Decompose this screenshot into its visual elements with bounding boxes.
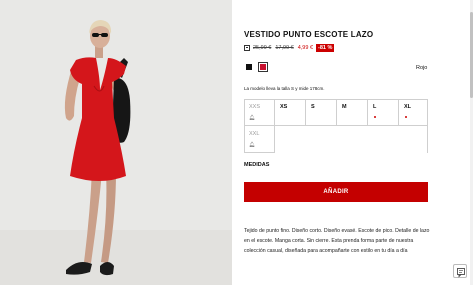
scrollbar-thumb[interactable]: [470, 12, 473, 98]
color-swatch-red[interactable]: [258, 62, 268, 72]
old-price-1: 25,99 €: [253, 45, 272, 51]
model-photo: [0, 0, 232, 285]
size-option-xxs[interactable]: XXS 🔔︎: [244, 99, 275, 126]
price-history-icon[interactable]: [244, 45, 250, 51]
size-label: XS: [280, 104, 288, 110]
price-row: 25,99 € 17,99 € 4,99 € -81 %: [244, 43, 335, 53]
size-option-s[interactable]: S: [306, 99, 337, 126]
size-option-xs[interactable]: XS: [275, 99, 306, 126]
size-label: S: [311, 104, 315, 110]
bell-icon[interactable]: 🔔︎: [249, 142, 255, 148]
size-option-m[interactable]: M: [337, 99, 368, 126]
low-stock-indicator: [374, 116, 376, 118]
measures-link[interactable]: MEDIDAS: [244, 162, 269, 168]
product-description: Tejido de punto fino. Diseño corto. Dise…: [244, 228, 430, 254]
model-size-note: La modelo lleva la talla S y mide 178cm.: [244, 86, 325, 91]
product-title: VESTIDO PUNTO ESCOTE LAZO: [244, 30, 374, 39]
old-price-2: 17,99 €: [275, 45, 294, 51]
bell-icon[interactable]: 🔔︎: [249, 115, 255, 121]
chat-icon[interactable]: [453, 264, 467, 278]
size-label: XXL: [249, 131, 260, 137]
size-option-xxl[interactable]: XXL 🔔︎: [244, 126, 275, 153]
size-label: M: [342, 104, 347, 110]
selected-color-name: Rojo: [416, 65, 428, 71]
size-label: L: [373, 104, 377, 110]
current-price: 4,99 €: [297, 45, 314, 51]
product-photo[interactable]: [0, 0, 232, 285]
color-swatch-black[interactable]: [246, 64, 252, 70]
discount-badge: -81 %: [316, 44, 335, 52]
size-selector: XXS 🔔︎ XS S M L XL XXL 🔔︎: [244, 99, 428, 153]
low-stock-indicator: [405, 116, 407, 118]
size-label: XL: [404, 104, 412, 110]
add-to-cart-button[interactable]: AÑADIR: [244, 182, 428, 202]
size-label: XXS: [249, 104, 261, 110]
size-option-xl[interactable]: XL: [399, 99, 428, 126]
size-option-l[interactable]: L: [368, 99, 399, 126]
